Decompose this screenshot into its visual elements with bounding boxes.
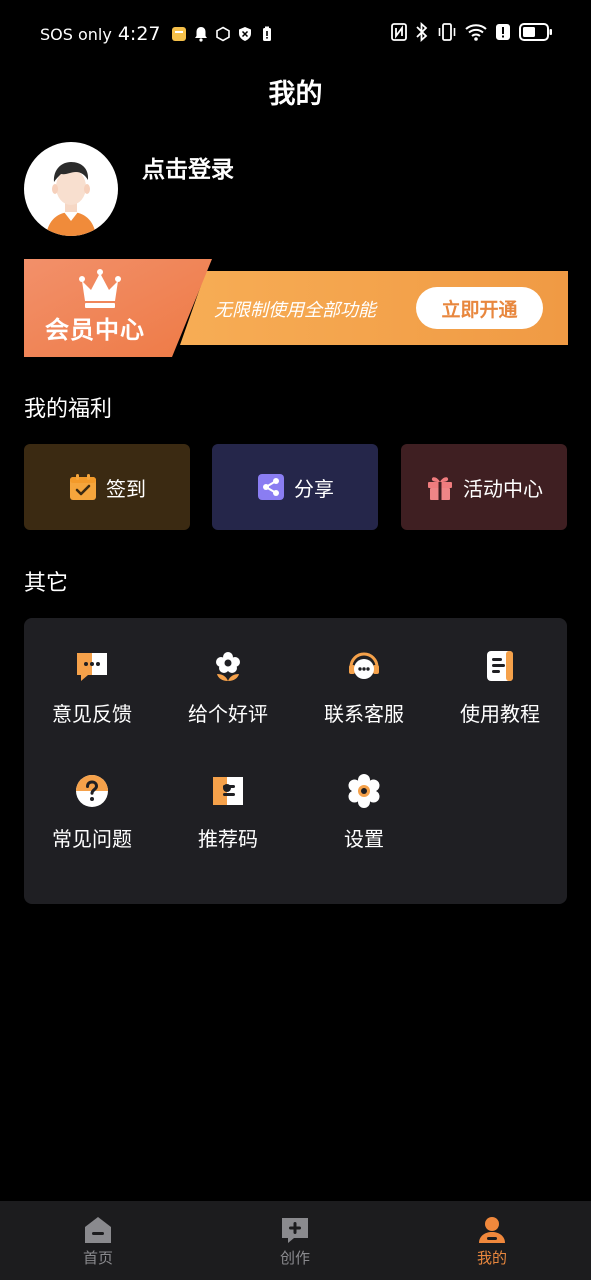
share-label: 分享	[294, 476, 334, 501]
faq-label: 常见问题	[52, 827, 132, 851]
signin-button[interactable]: 签到	[24, 444, 190, 530]
rate-us-label: 给个好评	[188, 702, 268, 726]
crown-icon	[79, 269, 121, 308]
other-panel: 意见反馈 给个好评 联系客服 使用教程 常见问题 推荐码 设置	[24, 618, 567, 904]
carrier-label: SOS only	[40, 24, 112, 44]
flower-icon	[216, 652, 240, 681]
home-icon	[85, 1217, 111, 1243]
calendar-check-icon	[70, 474, 96, 500]
create-icon	[282, 1218, 308, 1243]
battery-icon	[519, 22, 553, 46]
feedback-icon	[77, 653, 107, 681]
shield-icon	[237, 26, 253, 42]
avatar[interactable]	[24, 142, 118, 236]
nav-profile-label: 我的	[476, 1249, 507, 1267]
other-title: 其它	[24, 571, 69, 596]
nfc-icon	[391, 23, 407, 45]
document-icon	[487, 651, 513, 681]
faq-item[interactable]: 常见问题	[24, 773, 160, 873]
share-icon	[258, 474, 284, 500]
referral-code-label: 推荐码	[198, 827, 258, 851]
bluetooth-icon	[415, 21, 429, 46]
open-vip-button[interactable]: 立即开通	[416, 287, 543, 329]
vip-slogan: 无限制使用全部功能	[214, 300, 376, 321]
profile-icon	[479, 1217, 505, 1243]
contact-service-label: 联系客服	[324, 702, 404, 726]
clock: 4:27	[117, 23, 161, 45]
activity-center-label: 活动中心	[463, 476, 543, 501]
share-button[interactable]: 分享	[212, 444, 378, 530]
nav-home[interactable]: 首页	[38, 1201, 158, 1280]
settings-item[interactable]: 设置	[296, 773, 432, 873]
nav-profile[interactable]: 我的	[432, 1201, 552, 1280]
ticket-icon	[213, 777, 243, 805]
tutorial-label: 使用教程	[460, 702, 540, 726]
bell-icon	[193, 26, 209, 42]
cube-icon	[215, 26, 231, 42]
battery-alert-icon	[259, 26, 275, 42]
alert-icon	[495, 23, 511, 45]
nav-create[interactable]: 创作	[235, 1201, 355, 1280]
signin-label: 签到	[106, 476, 146, 501]
nav-home-label: 首页	[82, 1249, 113, 1267]
wifi-icon	[465, 22, 487, 46]
gear-icon	[348, 774, 380, 808]
referral-code-item[interactable]: 推荐码	[160, 773, 296, 873]
notification-app-icon	[171, 26, 187, 42]
benefits-title: 我的福利	[24, 397, 113, 422]
activity-center-button[interactable]: 活动中心	[401, 444, 567, 530]
tutorial-item[interactable]: 使用教程	[432, 648, 568, 748]
profile-page: SOS only 4:27 我的 点击登录 会员中心 无限制使用全部功能 立即开…	[0, 0, 591, 1280]
feedback-item[interactable]: 意见反馈	[24, 648, 160, 748]
contact-service-item[interactable]: 联系客服	[296, 648, 432, 748]
login-link[interactable]: 点击登录	[142, 150, 234, 184]
settings-label: 设置	[344, 827, 384, 851]
gift-icon	[428, 477, 452, 500]
feedback-label: 意见反馈	[52, 702, 132, 726]
vibrate-icon	[437, 22, 457, 46]
vip-title: 会员中心	[45, 316, 145, 344]
rate-us-item[interactable]: 给个好评	[160, 648, 296, 748]
bottom-nav: 首页 创作 我的	[0, 1201, 591, 1280]
nav-create-label: 创作	[279, 1249, 310, 1267]
page-title: 我的	[268, 79, 323, 110]
question-icon	[76, 775, 108, 807]
headset-icon	[349, 652, 379, 679]
status-bar: SOS only 4:27	[0, 0, 591, 66]
